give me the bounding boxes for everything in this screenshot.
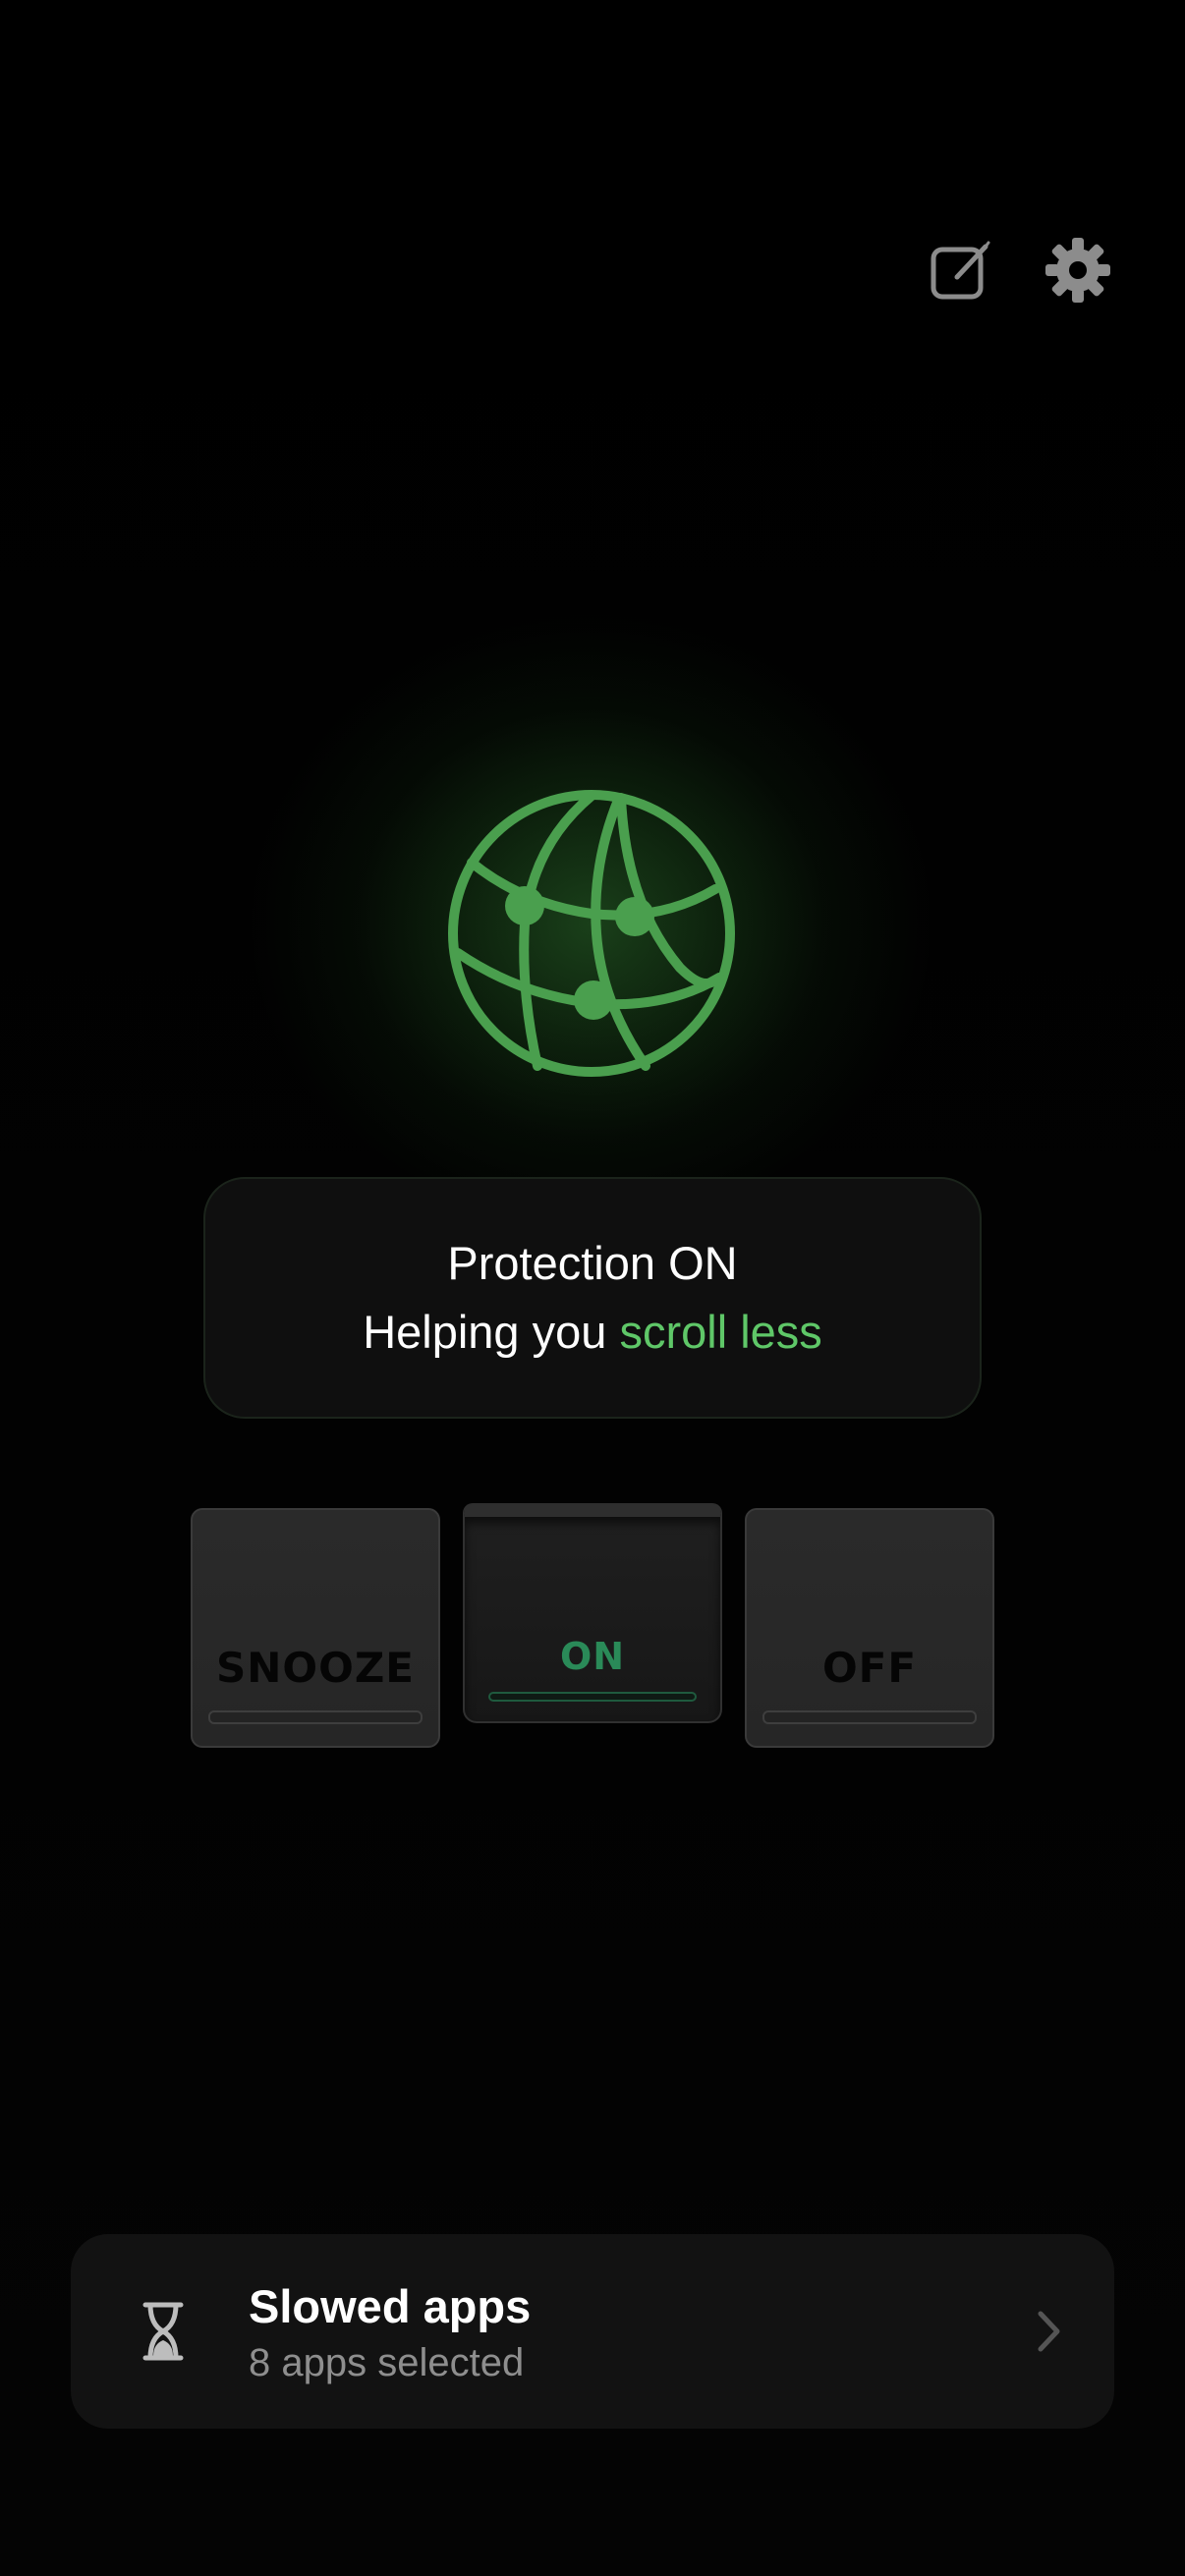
mode-off-label: OFF [821,1644,918,1692]
slowed-apps-title: Slowed apps [249,2280,532,2332]
chevron-right-icon [1036,2309,1063,2354]
globe-network-icon [444,786,739,1081]
mode-off-button[interactable]: OFF [745,1508,994,1748]
mode-on-button[interactable]: ON [463,1503,722,1723]
key-indicator-bar-active [488,1692,697,1702]
mode-on-label: ON [559,1635,626,1678]
slowed-apps-count: 8 apps selected [249,2341,525,2384]
status-subtitle: Helping you scroll less [205,1305,980,1360]
gear-icon [1045,238,1110,303]
slowed-apps-row[interactable]: Slowed apps 8 apps selected [71,2234,1114,2429]
key-indicator-bar [762,1710,977,1724]
mode-snooze-label: SNOOZE [216,1644,415,1692]
protection-status-card: Protection ON Helping you scroll less [203,1177,982,1419]
status-subtitle-prefix: Helping you [363,1306,620,1358]
mode-snooze-button[interactable]: SNOOZE [191,1508,440,1748]
edit-button[interactable] [925,234,997,307]
key-indicator-bar [208,1710,423,1724]
settings-button[interactable] [1042,234,1114,307]
status-subtitle-accent: scroll less [619,1306,822,1358]
status-title: Protection ON [447,1237,738,1289]
edit-icon [931,241,990,300]
hourglass-icon [141,2301,185,2362]
